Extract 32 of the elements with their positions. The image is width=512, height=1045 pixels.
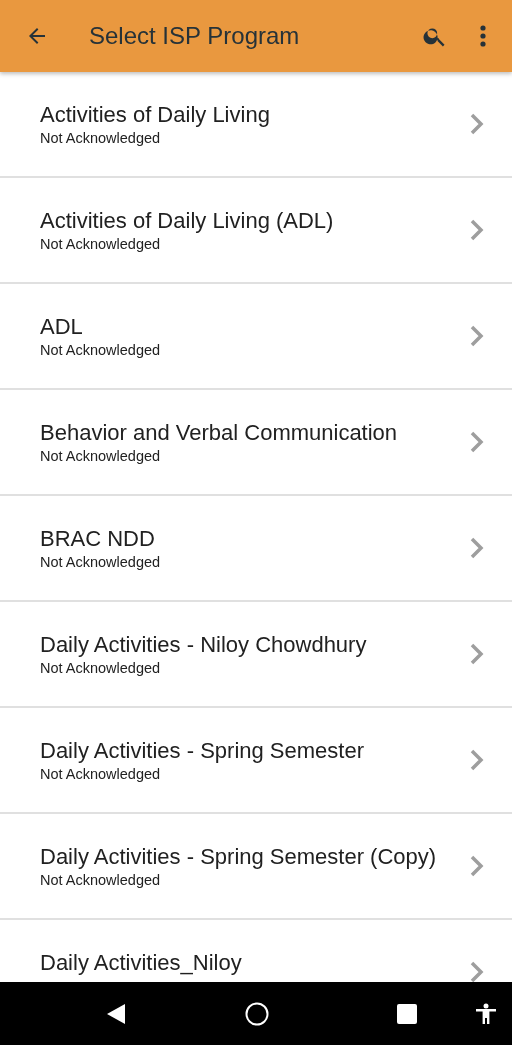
program-title: Daily Activities - Spring Semester (Copy) xyxy=(40,843,438,871)
program-title: ADL xyxy=(40,313,84,341)
program-title: Daily Activities - Spring Semester xyxy=(40,737,365,765)
status-text: Not Acknowledged xyxy=(40,235,162,253)
back-nav-icon[interactable] xyxy=(106,1002,126,1025)
program-title: Daily Activities_Niloy xyxy=(40,949,243,977)
status-text: Not Acknowledged xyxy=(40,129,162,147)
accessibility-icon[interactable] xyxy=(475,1002,497,1025)
chevron-right-icon xyxy=(470,431,484,453)
recents-nav-icon[interactable] xyxy=(397,1003,417,1024)
status-text: Not Acknowledged xyxy=(40,765,162,783)
chevron-right-icon xyxy=(470,643,484,665)
chevron-right-icon xyxy=(470,961,484,982)
program-title: BRAC NDD xyxy=(40,525,156,553)
chevron-right-icon xyxy=(470,113,484,135)
chevron-right-icon xyxy=(470,537,484,559)
more-options-icon xyxy=(480,25,486,47)
program-title: Activities of Daily Living xyxy=(40,101,271,129)
status-text: Not Acknowledged xyxy=(40,341,162,359)
program-title: Behavior and Verbal Communication xyxy=(40,419,399,447)
screen-title: Select ISP Program xyxy=(89,22,301,50)
chevron-right-icon xyxy=(470,855,484,877)
chevron-right-icon xyxy=(470,219,484,241)
chevron-right-icon xyxy=(470,749,484,771)
status-text: Not Acknowledged xyxy=(40,659,162,677)
program-title: Daily Activities - Niloy Chowdhury xyxy=(40,631,368,659)
chevron-right-icon xyxy=(470,325,484,347)
program-title: Activities of Daily Living (ADL) xyxy=(40,207,335,235)
status-text: Not Acknowledged xyxy=(40,447,162,465)
home-nav-icon[interactable] xyxy=(245,1001,269,1026)
status-text: Not Acknowledged xyxy=(40,871,162,889)
status-text: Not Acknowledged xyxy=(40,553,162,571)
